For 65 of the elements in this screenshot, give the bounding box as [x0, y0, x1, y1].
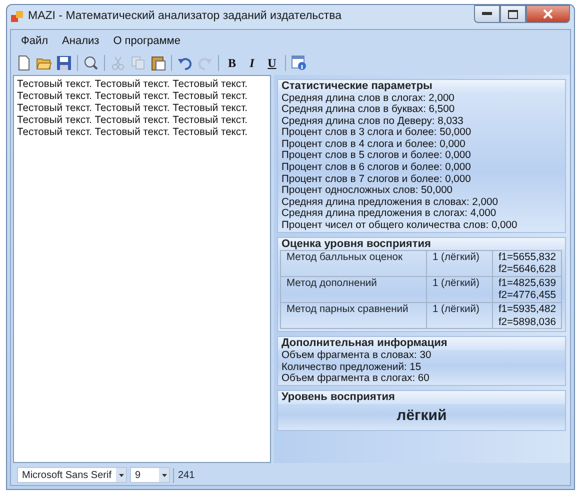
- clipboard-icon: [150, 54, 166, 70]
- menu-item[interactable]: О программе: [107, 32, 186, 50]
- size-combo[interactable]: 9: [130, 467, 170, 483]
- bold-button[interactable]: B: [223, 54, 241, 72]
- minimize-button[interactable]: [474, 5, 500, 23]
- maximize-icon: [508, 10, 518, 18]
- italic-button[interactable]: I: [243, 54, 261, 72]
- minimize-icon: [482, 12, 492, 16]
- copy-icon: [130, 54, 146, 70]
- info-window-button[interactable]: [290, 54, 308, 72]
- statistic-line: Процент слов в 4 слога и более: 0,000: [280, 138, 466, 150]
- text-line: Тестовый текст. Тестовый текст. Тестовый текст.: [17, 78, 249, 90]
- menu-item[interactable]: Файл: [15, 32, 54, 50]
- section-title: Дополнительная информация: [278, 337, 565, 350]
- close-icon: [543, 9, 553, 19]
- statistic-line: Средняя длина слов в буквах: 6,500: [280, 104, 456, 116]
- table-cell: Метод парных сравнений: [280, 302, 428, 330]
- font-combo[interactable]: Microsoft Sans Serif: [17, 467, 127, 483]
- formula-value: f1=5935,482: [497, 303, 557, 316]
- info-line: Объем фрагмента в слогах: 60: [280, 373, 430, 385]
- underline-button[interactable]: U: [263, 54, 281, 72]
- dropdown-arrow-icon[interactable]: [118, 474, 124, 476]
- table-cell: 1 (лёгкий): [426, 302, 494, 330]
- formula-value: f1=4825,639: [497, 276, 557, 290]
- scissors-icon: [110, 54, 126, 70]
- section-title: Статистические параметры: [278, 80, 565, 92]
- statistic-line: Процент слов в 7 слогов и более: 0,000: [280, 174, 472, 186]
- statistic-line: Средняя длина предложения в слогах: 4,000: [280, 208, 498, 220]
- font-name: Microsoft Sans Serif: [22, 468, 112, 482]
- window-title: MAZI - Математический анализатор заданий издательства: [28, 9, 342, 24]
- statistic-line: Процент слов в 3 слога и более: 50,000: [280, 127, 472, 139]
- statistic-line: Процент слов в 6 слогов и более: 0,000: [280, 162, 472, 174]
- statistic-line: Средняя длина слов в слогах: 2,000: [280, 92, 456, 104]
- text-line: Тестовый текст. Тестовый текст. Тестовый текст.: [17, 114, 249, 126]
- formula-value: f2=5646,628: [497, 263, 557, 276]
- text-line: Тестовый текст. Тестовый текст. Тестовый текст.: [17, 90, 249, 102]
- text-editor[interactable]: [13, 74, 272, 463]
- statistic-line: Средняя длина предложения в словах: 2,000: [280, 196, 499, 208]
- section-title: Уровень восприятия: [278, 390, 565, 404]
- text-line: Тестовый текст. Тестовый текст. Тестовый текст.: [17, 126, 249, 138]
- magnifier-icon: [83, 54, 99, 70]
- info-line: Объем фрагмента в словах: 30: [280, 350, 432, 362]
- app-icon: [11, 11, 23, 23]
- info-window-icon: [291, 54, 307, 70]
- statistic-line: Средняя длина слов по Деверу: 8,033: [280, 116, 464, 128]
- character-count: 241: [173, 468, 195, 482]
- table-cell: Метод балльных оценок: [280, 250, 428, 277]
- magnifier-button[interactable]: [82, 54, 100, 72]
- formula-value: f2=4776,455: [497, 289, 557, 302]
- dropdown-arrow-icon[interactable]: [162, 474, 166, 476]
- statistic-line: Процент слов в 5 слогов и более: 0,000: [280, 150, 472, 162]
- clipboard-button[interactable]: [149, 54, 167, 72]
- formula-value: f2=5898,036: [497, 316, 557, 328]
- statistic-line: Процент односложных слов: 50,000: [280, 185, 454, 197]
- info-line: Количество предложений: 15: [280, 362, 422, 374]
- section-title: Оценка уровня восприятия: [278, 238, 565, 251]
- maximize-button[interactable]: [500, 5, 526, 23]
- floppy-disk-button[interactable]: [55, 54, 73, 72]
- perception-level: лёгкий: [396, 406, 448, 426]
- formula-value: f1=5655,832: [497, 250, 557, 264]
- close-button[interactable]: [526, 5, 570, 23]
- text-line: Тестовый текст. Тестовый текст. Тестовый текст.: [17, 102, 249, 114]
- statistic-line: Процент чисел от общего количества слов: 0,000: [280, 220, 518, 232]
- menu-item[interactable]: Анализ: [56, 32, 106, 50]
- document-icon: [16, 54, 32, 70]
